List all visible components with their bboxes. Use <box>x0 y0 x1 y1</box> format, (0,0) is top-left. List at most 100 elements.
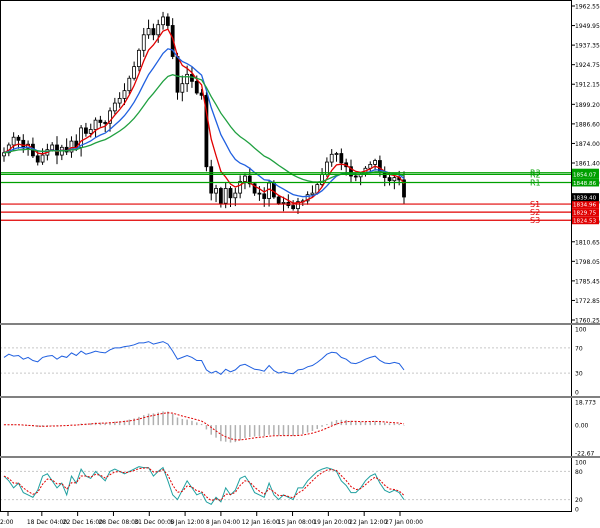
candle-body <box>194 80 199 94</box>
level-value-label: 1829.75 <box>573 210 597 216</box>
candle-body <box>11 136 16 146</box>
time-tick-label: 2:00 <box>0 519 14 526</box>
current-price-label: 1839.40 <box>573 195 597 201</box>
stoch-tick-label: 20 <box>575 497 583 504</box>
candle-body <box>271 182 276 198</box>
candle-body <box>262 193 267 199</box>
candle-body <box>35 155 40 163</box>
macd-signal-line <box>4 412 405 441</box>
candle-body <box>392 177 397 182</box>
candle-body <box>156 24 161 36</box>
candle-body <box>165 16 170 26</box>
osc1-tick-label: 100 <box>575 327 587 334</box>
price-tick-label: 1810.65 <box>575 239 600 246</box>
axes-frame <box>0 0 600 512</box>
candle-body <box>103 122 108 124</box>
candle-body <box>127 77 132 92</box>
candle-body <box>373 160 377 165</box>
stoch-tick-label: 100 <box>575 460 587 467</box>
level-name-s3: S3 <box>530 216 540 225</box>
time-tick-label: 28 Dec 08:00 <box>98 519 139 526</box>
macd-tick-label: 18.773 <box>575 400 596 407</box>
stoch-tick-label: 0 <box>575 507 579 514</box>
candle-body <box>281 202 286 204</box>
candle-body <box>137 49 141 68</box>
candle-body <box>334 153 339 155</box>
time-tick-label: 5 Jan 12:00 <box>170 519 204 526</box>
candle-body <box>329 153 334 163</box>
osc1-tick-label: 30 <box>575 371 583 378</box>
price-tick-label: 1886.60 <box>575 121 600 128</box>
candle-body <box>141 34 146 51</box>
stoch-tick-label: 80 <box>575 469 583 476</box>
price-tick-label: 1861.40 <box>575 161 600 168</box>
moving-average-slow <box>3 74 405 183</box>
stochastic-panel: 100 80 20 0 <box>0 460 587 514</box>
time-axis: 2:00 18 Dec 04:0022 Dec 16:0028 Dec 08:00… <box>0 512 423 526</box>
level-name-r1: R1 <box>530 178 541 187</box>
candle-body <box>387 177 392 182</box>
candle-body <box>84 127 88 134</box>
candle-body <box>117 98 122 104</box>
price-tick-label: 1798.05 <box>575 259 600 266</box>
oscillator-panel-1: 100 70 30 0 <box>0 327 587 397</box>
candle-body <box>151 28 156 36</box>
candle-body <box>132 66 137 79</box>
time-tick-label: 22 Jan 12:00 <box>349 519 387 526</box>
time-tick-label: 18 Dec 04:00 <box>27 519 68 526</box>
main-price-panel: 1962.55 1949.95 1937.35 1924.75 1912.15 1899.… <box>0 4 600 325</box>
level-value-label: 1848.86 <box>573 181 597 187</box>
candle-body <box>214 188 218 194</box>
plot-border <box>0 0 572 512</box>
candle-body <box>93 119 98 130</box>
candle-body <box>228 188 233 199</box>
time-tick-label: 8 Jan 04:00 <box>206 519 240 526</box>
candle-body <box>40 154 45 163</box>
candle-body <box>218 188 223 204</box>
osc1-line <box>3 341 405 376</box>
osc1-tick-label: 70 <box>575 345 583 352</box>
price-tick-label: 1912.15 <box>575 82 600 89</box>
candle-body <box>88 129 93 134</box>
price-tick-label: 1785.45 <box>575 278 600 285</box>
candle-body <box>122 90 127 99</box>
candle-body <box>180 83 185 93</box>
candle-body <box>310 192 315 196</box>
level-value-label: 1824.53 <box>573 219 597 225</box>
candle-body <box>353 175 358 178</box>
candle-body <box>233 192 238 199</box>
candle-body <box>238 181 243 194</box>
candle-body <box>209 166 214 194</box>
candle-body <box>146 28 151 36</box>
price-tick-label: 1949.95 <box>575 23 600 30</box>
candle-body <box>267 182 271 199</box>
time-tick-label: 12 Jan 16:00 <box>242 519 280 526</box>
time-tick-label: 31 Dec 00:00 <box>134 519 175 526</box>
candle-body <box>98 119 103 123</box>
candle-body <box>112 102 117 112</box>
price-tick-label: 1937.35 <box>575 43 600 50</box>
candle-body <box>257 192 262 195</box>
time-tick-label: 27 Jan 00:00 <box>385 519 423 526</box>
candle-body <box>243 175 247 182</box>
price-tick-label: 1899.20 <box>575 102 600 109</box>
time-tick-label: 22 Dec 16:00 <box>63 519 104 526</box>
time-tick-label: 19 Jan 20:00 <box>313 519 351 526</box>
candle-body <box>339 153 344 164</box>
price-tick-label: 1924.75 <box>575 62 600 69</box>
candle-body <box>291 205 296 210</box>
candle-body <box>161 16 165 26</box>
candle-body <box>55 144 59 156</box>
price-tick-label: 1772.85 <box>575 298 600 305</box>
level-value-label: 1854.07 <box>573 173 597 179</box>
macd-panel: 18.7730.00-22.67 <box>3 400 596 458</box>
price-chart: 1962.55 1949.95 1937.35 1924.75 1912.15 1899.… <box>0 0 600 526</box>
osc1-tick-label: 0 <box>575 390 579 397</box>
stoch-d-line <box>3 467 405 502</box>
price-tick-label: 1874.00 <box>575 141 600 148</box>
candle-body <box>50 144 55 151</box>
candle-body <box>175 56 180 93</box>
candle-body <box>185 73 190 85</box>
candle-body <box>16 136 21 141</box>
time-tick-label: 15 Jan 08:00 <box>278 519 316 526</box>
